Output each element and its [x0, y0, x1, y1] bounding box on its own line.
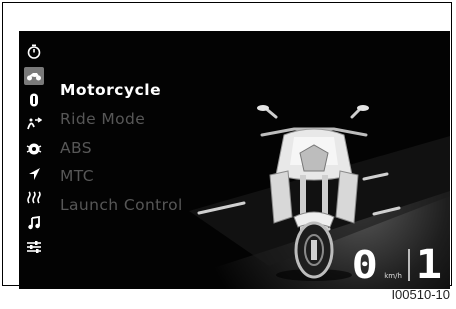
heated-grips-icon[interactable] [23, 186, 45, 211]
speed-gear-readout: 0 km/h 1 [351, 242, 442, 288]
readout-divider [407, 249, 410, 281]
figure-caption: I00510-10 [391, 287, 450, 302]
dashboard-screen: Motorcycle Ride Mode ABS MTC Launch Cont… [19, 31, 450, 289]
sidebar [23, 39, 45, 260]
settings-sliders-icon[interactable] [23, 235, 45, 260]
menu-item-motorcycle[interactable]: Motorcycle [60, 76, 183, 105]
traction-control-icon[interactable] [23, 137, 45, 162]
menu-item-ride-mode[interactable]: Ride Mode [60, 105, 183, 134]
menu-item-abs[interactable]: ABS [60, 134, 183, 163]
gear-indicator: 1 [415, 242, 442, 288]
navigation-icon[interactable] [23, 161, 45, 186]
settings-menu: Motorcycle Ride Mode ABS MTC Launch Cont… [60, 76, 183, 220]
motorcycle-icon[interactable] [24, 66, 44, 85]
music-icon[interactable] [23, 211, 45, 236]
speed-value: 0 [351, 243, 379, 287]
abs-icon[interactable] [23, 112, 45, 137]
info-icon[interactable] [23, 88, 45, 113]
menu-item-mtc[interactable]: MTC [60, 162, 183, 191]
speed-unit: km/h [384, 272, 402, 280]
menu-item-launch-control[interactable]: Launch Control [60, 191, 183, 220]
stopwatch-icon[interactable] [23, 39, 45, 64]
